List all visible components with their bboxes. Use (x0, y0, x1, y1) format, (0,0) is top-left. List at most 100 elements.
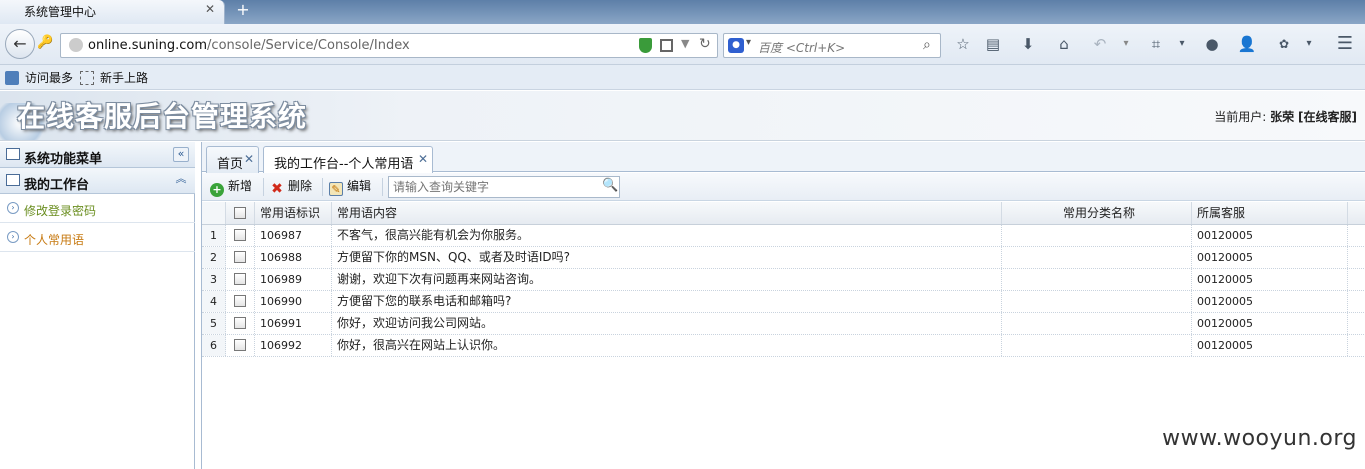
addon-icon[interactable]: ✿ (1273, 34, 1295, 54)
current-user: 当前用户: 张荣 [在线客服] (1214, 110, 1357, 124)
crop-dropdown-icon[interactable]: ▾ (1171, 34, 1193, 54)
close-icon[interactable]: ✕ (418, 152, 428, 166)
collapse-left-icon[interactable]: « (173, 147, 189, 162)
site-identity-icon[interactable]: 🔑 (37, 35, 55, 51)
url-text[interactable]: online.suning.com/console/Service/Consol… (88, 38, 410, 53)
add-button[interactable]: + 新增 (210, 177, 252, 197)
row-number: 1 (202, 225, 226, 246)
browser-tab[interactable]: 系统管理中心 ✕ (0, 0, 225, 24)
chevron-right-icon: › (7, 202, 19, 214)
column-header[interactable]: 常用语标识 (255, 202, 332, 224)
user-role: [在线客服] (1298, 110, 1357, 124)
tab-close-icon[interactable]: ✕ (205, 2, 219, 16)
phrase-content: 谢谢，欢迎下次有问题再来网站咨询。 (332, 269, 1002, 290)
phrase-category (1002, 225, 1192, 246)
table-row[interactable]: 1 106987 不客气，很高兴能有机会为你服务。 00120005 (202, 225, 1365, 247)
baidu-paw-icon[interactable]: ● (728, 38, 744, 53)
phrase-content: 方便留下您的联系电话和邮箱吗? (332, 291, 1002, 312)
row-checkbox[interactable] (226, 225, 255, 246)
row-checkbox[interactable] (226, 269, 255, 290)
phrase-id: 106992 (255, 335, 332, 356)
user-icon[interactable]: 👤 (1236, 34, 1258, 54)
search-icon[interactable]: ⌕ (923, 37, 931, 53)
row-number: 6 (202, 335, 226, 356)
row-checkbox[interactable] (226, 291, 255, 312)
page-tabs: 首页 ✕ 我的工作台--个人常用语 ✕ (202, 142, 1365, 174)
row-checkbox[interactable] (226, 247, 255, 268)
page-title: 在线客服后台管理系统 (17, 100, 308, 133)
edit-button[interactable]: ✎ 编辑 (329, 177, 371, 197)
crop-icon[interactable]: ⌗ (1145, 34, 1167, 54)
chat-bubble-icon[interactable]: ● (1201, 34, 1223, 54)
phrase-agent: 00120005 (1192, 269, 1348, 290)
phrase-id: 106989 (255, 269, 332, 290)
phrase-id: 106988 (255, 247, 332, 268)
phrase-content: 你好，很高兴在网站上认识你。 (332, 335, 1002, 356)
grid-toolbar: +新增 ✖删除 ✎编辑 🔍 (202, 173, 1365, 201)
sidebar-item-phrases[interactable]: › 个人常用语 (0, 224, 195, 252)
addon-dropdown-icon[interactable]: ▾ (1298, 34, 1320, 54)
phrase-content: 不客气，很高兴能有机会为你服务。 (332, 225, 1002, 246)
row-checkbox[interactable] (226, 335, 255, 356)
table-row[interactable]: 6 106992 你好，很高兴在网站上认识你。 00120005 (202, 335, 1365, 357)
tab-home[interactable]: 首页 ✕ (206, 146, 259, 173)
sidebar-item-change-password[interactable]: › 修改登录密码 (0, 195, 195, 223)
select-all-checkbox[interactable] (226, 202, 255, 224)
bookmark-getting-started[interactable]: 新手上路 (80, 69, 148, 86)
phrase-agent: 00120005 (1192, 291, 1348, 312)
reload-icon[interactable]: ↻ (699, 36, 711, 52)
close-icon[interactable]: ✕ (244, 152, 254, 166)
phrase-content: 你好，欢迎访问我公司网站。 (332, 313, 1002, 334)
table-row[interactable]: 3 106989 谢谢，欢迎下次有问题再来网站咨询。 00120005 (202, 269, 1365, 291)
home-icon[interactable]: ⌂ (1053, 34, 1075, 54)
table-row[interactable]: 5 106991 你好，欢迎访问我公司网站。 00120005 (202, 313, 1365, 335)
new-tab-button[interactable]: + (233, 0, 253, 22)
qr-code-icon[interactable] (660, 39, 673, 52)
phrase-id: 106987 (255, 225, 332, 246)
add-icon: + (210, 183, 224, 197)
collapse-up-icon[interactable]: ︽ (173, 173, 189, 188)
sidebar-menu-header: 系统功能菜单 « (0, 142, 195, 168)
main-panel: 首页 ✕ 我的工作台--个人常用语 ✕ +新增 ✖删除 ✎编辑 🔍 常用语标识 … (201, 142, 1365, 469)
dropdown-arrow-icon[interactable]: ▼ (681, 37, 689, 50)
back-button[interactable]: ← (5, 29, 35, 59)
delete-button[interactable]: ✖ 删除 (270, 177, 312, 197)
bookmark-most-visited[interactable]: 访问最多 (5, 69, 73, 86)
phrase-category (1002, 313, 1192, 334)
phrase-agent: 00120005 (1192, 225, 1348, 246)
app-header: 在线客服后台管理系统 当前用户: 张荣 [在线客服] (0, 91, 1365, 141)
phrase-category (1002, 291, 1192, 312)
reading-list-icon[interactable]: ▤ (982, 34, 1004, 54)
menu-icon[interactable]: ☰ (1334, 34, 1356, 54)
row-checkbox[interactable] (226, 313, 255, 334)
phrase-id: 106991 (255, 313, 332, 334)
query-input[interactable] (388, 176, 620, 198)
table-row[interactable]: 4 106990 方便留下您的联系电话和邮箱吗? 00120005 (202, 291, 1365, 313)
browser-tab-title: 系统管理中心 (24, 5, 97, 19)
shield-icon[interactable] (639, 38, 652, 53)
phrase-agent: 00120005 (1192, 313, 1348, 334)
phrase-category (1002, 269, 1192, 290)
phrase-agent: 00120005 (1192, 247, 1348, 268)
undo-dropdown-icon[interactable]: ▾ (1115, 34, 1137, 54)
table-row[interactable]: 2 106988 方便留下你的MSN、QQ、或者及时语ID吗? 00120005 (202, 247, 1365, 269)
phrase-content: 方便留下你的MSN、QQ、或者及时语ID吗? (332, 247, 1002, 268)
chevron-right-icon: › (7, 231, 19, 243)
column-header[interactable]: 常用分类名称 (1002, 202, 1192, 224)
column-header[interactable]: 所属客服 (1192, 202, 1348, 224)
bookmark-star-icon[interactable]: ☆ (952, 34, 974, 54)
edit-icon: ✎ (329, 182, 343, 196)
row-number: 4 (202, 291, 226, 312)
undo-icon[interactable]: ↶ (1089, 34, 1111, 54)
row-number: 5 (202, 313, 226, 334)
sidebar-group-header[interactable]: 我的工作台 ︽ (0, 168, 195, 194)
column-header[interactable]: 常用语内容 (332, 202, 1002, 224)
globe-icon (69, 38, 83, 52)
search-placeholder[interactable]: 百度 <Ctrl+K> (758, 39, 845, 56)
search-bar[interactable]: ● ▾ 百度 <Ctrl+K> ⌕ (723, 33, 941, 58)
download-icon[interactable]: ⬇ (1017, 34, 1039, 54)
search-icon[interactable]: 🔍 (602, 178, 618, 193)
tab-phrases[interactable]: 我的工作台--个人常用语 ✕ (263, 146, 433, 174)
url-bar[interactable]: online.suning.com/console/Service/Consol… (60, 33, 718, 58)
engine-dropdown-icon[interactable]: ▾ (746, 37, 751, 48)
